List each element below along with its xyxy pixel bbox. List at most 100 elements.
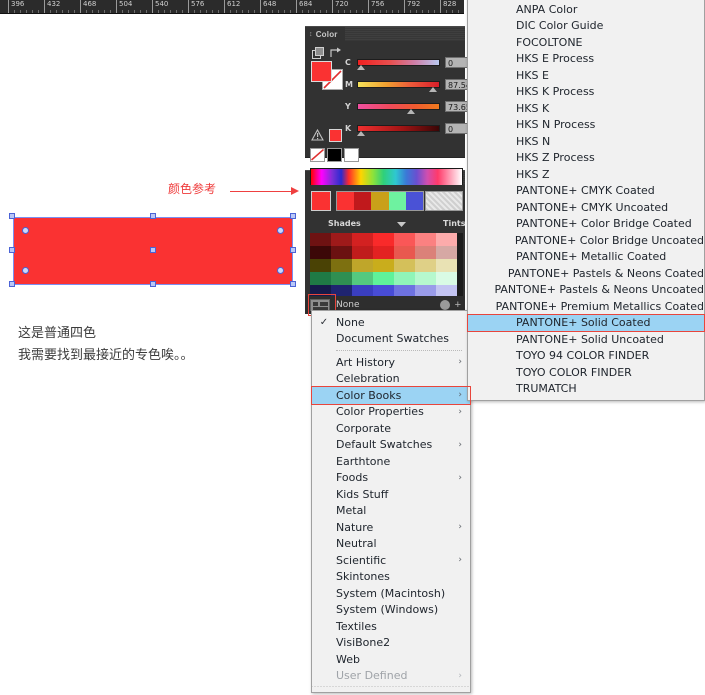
guide-grid-cell[interactable] — [373, 246, 394, 259]
harmony-swatch[interactable] — [405, 192, 424, 210]
menu-item-pantone-solid-coated[interactable]: PANTONE+ Solid Coated — [468, 314, 704, 331]
guide-grid-cell[interactable] — [415, 246, 436, 259]
resize-handle-tr[interactable] — [290, 213, 296, 219]
menu-item-pantone-color-bridge-uncoated[interactable]: PANTONE+ Color Bridge Uncoated — [468, 232, 704, 249]
menu-item-pantone-pastels-neons-uncoated[interactable]: PANTONE+ Pastels & Neons Uncoated — [468, 282, 704, 299]
slider-row-c[interactable]: C 0 — [345, 57, 479, 70]
menu-item-none[interactable]: ✓ None — [312, 314, 470, 331]
menu-resize-grip[interactable] — [312, 684, 470, 689]
path-anchor-br[interactable] — [277, 267, 284, 274]
guide-harmony-strip[interactable] — [336, 191, 424, 211]
guide-grid-cell[interactable] — [373, 233, 394, 246]
menu-item-earthtone[interactable]: Earthtone — [312, 453, 470, 470]
menu-item-focoltone[interactable]: FOCOLTONE — [468, 34, 704, 51]
menu-item-color-books[interactable]: Color Books › — [312, 387, 470, 404]
guide-base-color-swatch[interactable] — [311, 191, 331, 211]
guide-grid-cell[interactable] — [394, 246, 415, 259]
menu-item-metal[interactable]: Metal — [312, 503, 470, 520]
guide-grid-cell[interactable] — [436, 246, 457, 259]
guide-grid-cell[interactable] — [331, 233, 352, 246]
tab-color[interactable]: ↕ Color — [305, 26, 345, 42]
gamut-proof-swatch[interactable] — [329, 129, 342, 142]
slider-row-m[interactable]: M 87.54 — [345, 79, 479, 92]
guide-grid-cell[interactable] — [415, 272, 436, 285]
menu-item-hks-n-process[interactable]: HKS N Process — [468, 117, 704, 134]
fill-swatch[interactable] — [311, 61, 332, 82]
options-icon[interactable] — [439, 300, 450, 310]
guide-grid-cell[interactable] — [352, 272, 373, 285]
swatch-libraries-menu[interactable]: ✓ None Document Swatches Art History › Celebr… — [311, 310, 471, 693]
path-anchor-tl[interactable] — [22, 227, 29, 234]
guide-grid-cell[interactable] — [352, 246, 373, 259]
out-of-gamut-warning-icon[interactable] — [311, 129, 324, 142]
resize-handle-bl[interactable] — [9, 281, 15, 287]
resize-handle-mr[interactable] — [290, 247, 296, 253]
menu-item-neutral[interactable]: Neutral — [312, 536, 470, 553]
menu-item-hks-k[interactable]: HKS K — [468, 100, 704, 117]
guide-color-grid[interactable] — [310, 233, 463, 298]
guide-grid-cell[interactable] — [310, 272, 331, 285]
guide-grid-cell[interactable] — [394, 233, 415, 246]
menu-item-hks-e-process[interactable]: HKS E Process — [468, 51, 704, 68]
menu-item-hks-n[interactable]: HKS N — [468, 133, 704, 150]
guide-grid-cell[interactable] — [415, 259, 436, 272]
menu-item-scientific[interactable]: Scientific › — [312, 552, 470, 569]
menu-item-pantone-solid-uncoated[interactable]: PANTONE+ Solid Uncoated — [468, 331, 704, 348]
slider-thumb-m[interactable] — [429, 87, 437, 92]
white-swatch[interactable] — [344, 148, 359, 162]
guide-grid-cell[interactable] — [394, 259, 415, 272]
menu-item-system-macintosh[interactable]: System (Macintosh) — [312, 585, 470, 602]
menu-item-corporate[interactable]: Corporate — [312, 420, 470, 437]
guide-grid-cell[interactable] — [352, 233, 373, 246]
slider-thumb-y[interactable] — [407, 109, 415, 114]
slider-thumb-k[interactable] — [357, 131, 365, 136]
menu-item-pantone-metallic-coated[interactable]: PANTONE+ Metallic Coated — [468, 249, 704, 266]
menu-item-web[interactable]: Web — [312, 651, 470, 668]
chevron-down-icon[interactable] — [397, 222, 406, 228]
harmony-swatch[interactable] — [337, 192, 355, 210]
resize-handle-br[interactable] — [290, 281, 296, 287]
guide-grid-cell[interactable] — [436, 272, 457, 285]
black-swatch[interactable] — [327, 148, 342, 162]
resize-handle-tc[interactable] — [150, 213, 156, 219]
menu-item-pantone-cmyk-uncoated[interactable]: PANTONE+ CMYK Uncoated — [468, 199, 704, 216]
guide-grid-cell[interactable] — [436, 259, 457, 272]
guide-grid-cell[interactable] — [436, 233, 457, 246]
slider-track-y[interactable] — [357, 103, 440, 110]
menu-item-hks-z[interactable]: HKS Z — [468, 166, 704, 183]
menu-item-color-properties[interactable]: Color Properties › — [312, 404, 470, 421]
menu-item-kids-stuff[interactable]: Kids Stuff — [312, 486, 470, 503]
menu-item-nature[interactable]: Nature › — [312, 519, 470, 536]
guide-grid-cell[interactable] — [310, 233, 331, 246]
harmony-swatch[interactable] — [388, 192, 406, 210]
menu-item-dic-color-guide[interactable]: DIC Color Guide — [468, 18, 704, 35]
menu-item-skintones[interactable]: Skintones — [312, 569, 470, 586]
menu-item-pantone-cmyk-coated[interactable]: PANTONE+ CMYK Coated — [468, 183, 704, 200]
menu-item-default-swatches[interactable]: Default Swatches › — [312, 437, 470, 454]
menu-item-art-history[interactable]: Art History › — [312, 354, 470, 371]
selected-rectangle[interactable] — [9, 213, 296, 287]
guide-grid-cell[interactable] — [331, 246, 352, 259]
menu-item-trumatch[interactable]: TRUMATCH — [468, 381, 704, 398]
menu-item-anpa-color[interactable]: ANPA Color — [468, 1, 704, 18]
color-books-submenu[interactable]: ANPA Color DIC Color Guide FOCOLTONE HKS E … — [467, 0, 705, 401]
guide-grid-cell[interactable] — [331, 272, 352, 285]
slider-track-k[interactable] — [357, 125, 440, 132]
menu-item-textiles[interactable]: Textiles — [312, 618, 470, 635]
artboard-canvas[interactable]: 颜色参考 这是普通四色 我需要找到最接近的专色唉。。 — [0, 14, 305, 695]
guide-grid-cell[interactable] — [394, 272, 415, 285]
menu-item-celebration[interactable]: Celebration — [312, 371, 470, 388]
menu-item-pantone-pastels-neons-coated[interactable]: PANTONE+ Pastels & Neons Coated — [468, 265, 704, 282]
menu-item-visibone2[interactable]: VisiBone2 — [312, 635, 470, 652]
menu-item-pantone-premium-metallics-coated[interactable]: PANTONE+ Premium Metallics Coated — [468, 298, 704, 315]
menu-item-document-swatches[interactable]: Document Swatches — [312, 331, 470, 348]
resize-handle-bc[interactable] — [150, 281, 156, 287]
menu-item-toyo-94-color-finder[interactable]: TOYO 94 COLOR FINDER — [468, 348, 704, 365]
harmony-swatch[interactable] — [371, 192, 389, 210]
guide-grid-cell[interactable] — [331, 259, 352, 272]
new-swatch-icon[interactable]: + — [455, 299, 461, 311]
menu-item-toyo-color-finder[interactable]: TOYO COLOR FINDER — [468, 364, 704, 381]
menu-item-hks-z-process[interactable]: HKS Z Process — [468, 150, 704, 167]
color-panel-tabbar[interactable]: ↕ Color — [305, 26, 465, 42]
horizontal-ruler[interactable]: 3964324685045405766126486847207567928288… — [0, 0, 464, 14]
